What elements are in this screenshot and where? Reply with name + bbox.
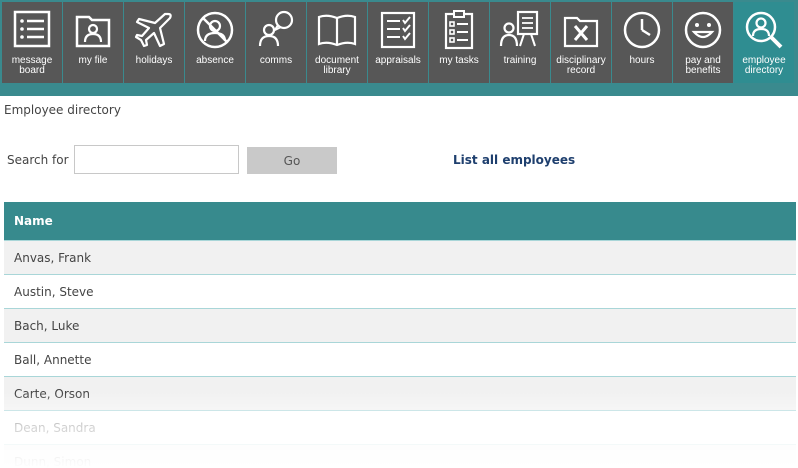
nav-item-appraisals[interactable]: appraisals <box>368 2 428 83</box>
employee-table: Name Anvas, Frank Austin, Steve Bach, Lu… <box>4 202 796 468</box>
nav-item-disciplinary-record[interactable]: disciplinary record <box>551 2 611 83</box>
nav-label: disciplinary record <box>556 55 606 76</box>
nav-item-hours[interactable]: hours <box>612 2 672 83</box>
nav-label: employee directory <box>742 55 786 76</box>
table-row[interactable]: Bach, Luke <box>4 308 796 342</box>
absence-icon <box>193 8 237 52</box>
nav-label: message board <box>11 55 53 76</box>
go-button[interactable]: Go <box>247 147 337 174</box>
book-icon <box>315 8 359 52</box>
table-body: Anvas, Frank Austin, Steve Bach, Luke Ba… <box>4 240 796 468</box>
nav-item-holidays[interactable]: holidays <box>124 2 184 83</box>
nav-item-pay-and-benefits[interactable]: pay and benefits <box>673 2 733 83</box>
table-row[interactable]: Dunn, Simon <box>4 444 796 468</box>
nav-label: holidays <box>135 55 173 66</box>
appraisals-icon <box>376 8 420 52</box>
nav-tiles: message board my file holidays absence c… <box>2 2 794 83</box>
nav-item-absence[interactable]: absence <box>185 2 245 83</box>
table-row[interactable]: Ball, Annette <box>4 342 796 376</box>
table-header-name[interactable]: Name <box>4 202 796 240</box>
nav-item-document-library[interactable]: document library <box>307 2 367 83</box>
disciplinary-icon <box>559 8 603 52</box>
nav-label: hours <box>629 55 655 66</box>
nav-label: training <box>503 55 537 66</box>
airplane-icon <box>132 8 176 52</box>
smiley-icon <box>681 8 725 52</box>
nav-label: appraisals <box>375 55 421 66</box>
person-search-icon <box>742 8 786 52</box>
nav-label: my tasks <box>439 55 479 66</box>
comms-icon <box>254 8 298 52</box>
nav-item-comms[interactable]: comms <box>246 2 306 83</box>
clipboard-icon <box>437 8 481 52</box>
training-icon <box>498 8 542 52</box>
search-input[interactable] <box>74 145 239 174</box>
table-row[interactable]: Austin, Steve <box>4 274 796 308</box>
search-label: Search for <box>7 153 69 167</box>
nav-label: document library <box>315 55 359 76</box>
breadcrumb: Employee directory <box>4 103 121 117</box>
nav-label: absence <box>196 55 234 66</box>
table-row[interactable]: Anvas, Frank <box>4 240 796 274</box>
my-file-icon <box>71 8 115 52</box>
nav-item-message-board[interactable]: message board <box>2 2 62 83</box>
table-row[interactable]: Carte, Orson <box>4 376 796 410</box>
nav-item-employee-directory[interactable]: employee directory <box>734 2 794 83</box>
clock-icon <box>620 8 664 52</box>
list-all-employees-link[interactable]: List all employees <box>453 153 575 167</box>
top-navigation: message board my file holidays absence c… <box>0 0 798 96</box>
nav-item-my-tasks[interactable]: my tasks <box>429 2 489 83</box>
message-board-icon <box>10 8 54 52</box>
nav-label: my file <box>78 55 108 66</box>
nav-item-training[interactable]: training <box>490 2 550 83</box>
table-row[interactable]: Dean, Sandra <box>4 410 796 444</box>
nav-label: pay and benefits <box>685 55 721 76</box>
nav-label: comms <box>259 55 293 66</box>
nav-item-my-file[interactable]: my file <box>63 2 123 83</box>
